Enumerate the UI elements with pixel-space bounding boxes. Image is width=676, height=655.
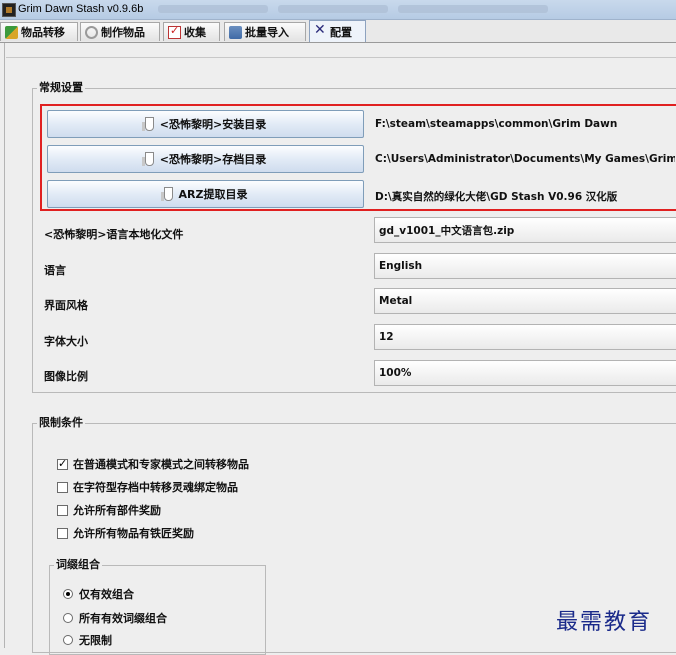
- radio-icon[interactable]: [63, 635, 73, 645]
- tab-label: 配置: [330, 25, 352, 39]
- font-size-field[interactable]: 12: [374, 324, 676, 350]
- tab-config[interactable]: 配置: [309, 20, 366, 42]
- radio-label: 所有有效词缀组合: [79, 612, 167, 625]
- tab-craft[interactable]: 制作物品: [80, 22, 160, 41]
- button-label: <恐怖黎明>安装目录: [159, 118, 267, 131]
- checkbox-icon[interactable]: [57, 504, 68, 516]
- tab-label: 物品转移: [21, 26, 65, 39]
- blurred-title-segment: [158, 5, 268, 13]
- folder-icon: [160, 187, 173, 201]
- tab-collection[interactable]: 收集: [163, 22, 220, 41]
- font-size-label: 字体大小: [44, 335, 88, 348]
- checkbox-label: 允许所有物品有铁匠奖励: [73, 527, 194, 540]
- config-icon: [314, 22, 327, 38]
- save-dir-button[interactable]: <恐怖黎明>存档目录: [47, 145, 364, 173]
- checkbox-transfer-modes[interactable]: 在普通模式和专家模式之间转移物品: [57, 456, 249, 472]
- group-title: 常规设置: [37, 81, 85, 95]
- checkbox-icon[interactable]: [57, 481, 68, 493]
- tab-import[interactable]: 批量导入: [224, 22, 306, 41]
- collection-icon: [168, 24, 181, 39]
- save-dir-value: C:\Users\Administrator\Documents\My Game…: [375, 153, 675, 165]
- language-select[interactable]: English: [374, 253, 676, 279]
- install-dir-button[interactable]: <恐怖黎明>安装目录: [47, 110, 364, 138]
- group-title: 词缀组合: [54, 558, 102, 572]
- radio-no-limit[interactable]: 无限制: [63, 632, 112, 648]
- group-title: 限制条件: [37, 416, 85, 430]
- blurred-title-segment: [398, 5, 548, 13]
- window-title: Grim Dawn Stash v0.9.6b: [18, 3, 144, 15]
- image-scale-label: 图像比例: [44, 370, 88, 383]
- import-icon: [229, 25, 242, 39]
- arz-extract-dir-button[interactable]: ARZ提取目录: [47, 180, 364, 208]
- ui-style-label: 界面风格: [44, 299, 88, 312]
- radio-valid-only[interactable]: 仅有效组合: [63, 586, 134, 602]
- watermark-text: 最需教育: [556, 610, 653, 635]
- radio-all-valid-affixes[interactable]: 所有有效词缀组合: [63, 610, 167, 626]
- language-file-label: <恐怖黎明>语言本地化文件: [44, 228, 184, 241]
- checkbox-label: 允许所有部件奖励: [73, 504, 161, 517]
- checkbox-soulbound-transfer[interactable]: 在字符型存档中转移灵魂绑定物品: [57, 479, 238, 495]
- folder-icon: [141, 117, 154, 131]
- transfer-icon: [5, 25, 18, 39]
- ui-style-select[interactable]: Metal: [374, 288, 676, 314]
- checkbox-blacksmith-bonus[interactable]: 允许所有物品有铁匠奖励: [57, 525, 194, 541]
- folder-icon: [141, 152, 154, 166]
- craft-icon: [85, 25, 98, 39]
- arz-extract-dir-value: D:\真实自然的绿化大佬\GD Stash V0.96 汉化版: [375, 191, 618, 203]
- language-label: 语言: [44, 264, 66, 277]
- tab-label: 批量导入: [245, 26, 289, 39]
- window-title-bar: Grim Dawn Stash v0.9.6b: [0, 0, 676, 20]
- checkbox-label: 在普通模式和专家模式之间转移物品: [73, 458, 249, 471]
- tab-strip: 物品转移 制作物品 收集 批量导入 配置: [0, 20, 676, 43]
- checkbox-icon[interactable]: [57, 457, 68, 470]
- app-icon: [2, 3, 16, 17]
- checkbox-all-component-bonus[interactable]: 允许所有部件奖励: [57, 502, 161, 518]
- button-label: <恐怖黎明>存档目录: [159, 153, 267, 166]
- image-scale-select[interactable]: 100%: [374, 360, 676, 386]
- install-dir-value: F:\steam\steamapps\common\Grim Dawn: [375, 118, 618, 130]
- radio-icon[interactable]: [63, 589, 73, 599]
- radio-label: 无限制: [79, 634, 112, 647]
- button-label: ARZ提取目录: [178, 188, 248, 201]
- radio-icon[interactable]: [63, 613, 73, 623]
- checkbox-icon[interactable]: [57, 527, 68, 539]
- language-file-field[interactable]: gd_v1001_中文语言包.zip: [374, 217, 676, 243]
- checkbox-label: 在字符型存档中转移灵魂绑定物品: [73, 481, 238, 494]
- tab-label: 收集: [184, 26, 206, 39]
- radio-label: 仅有效组合: [79, 588, 134, 601]
- tab-label: 制作物品: [101, 26, 145, 39]
- tab-item-transfer[interactable]: 物品转移: [0, 22, 78, 41]
- blurred-title-segment: [278, 5, 388, 13]
- panel-divider: [6, 57, 676, 58]
